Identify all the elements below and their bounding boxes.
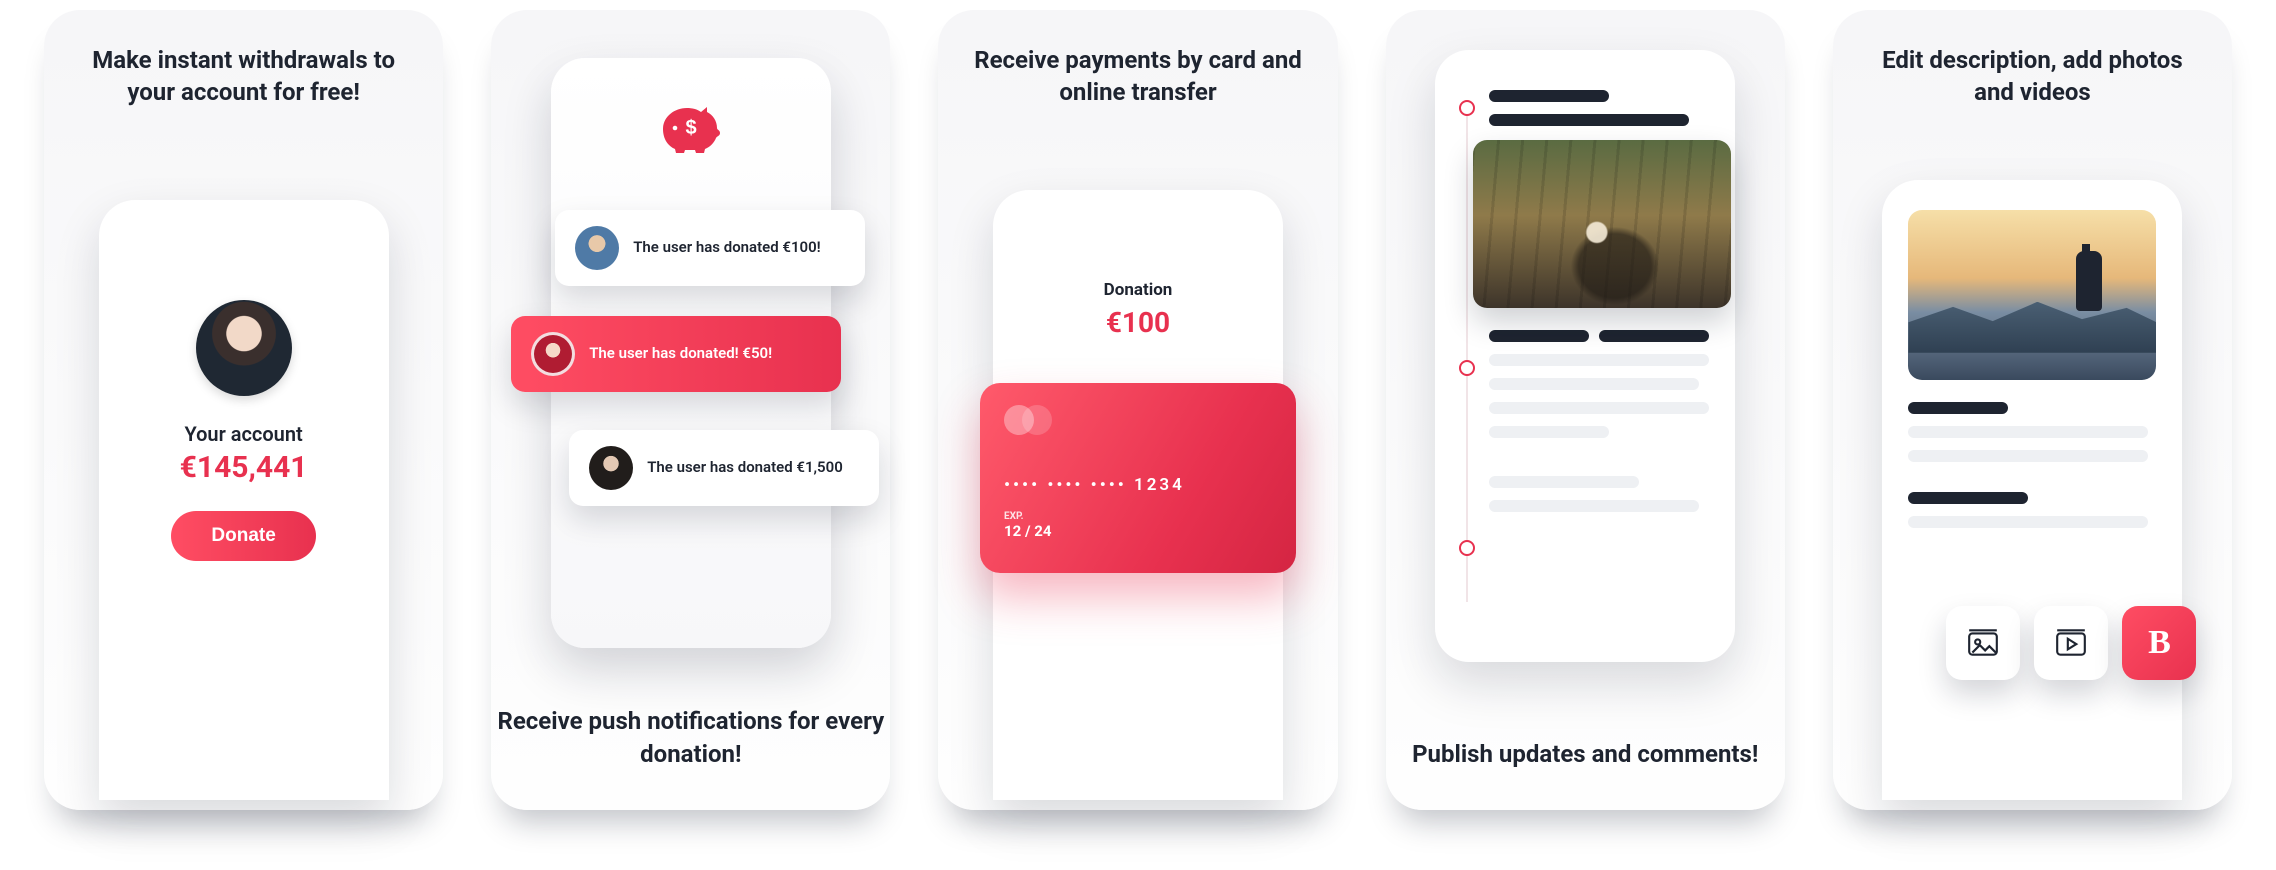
- panel-heading: Publish updates and comments!: [1386, 738, 1785, 770]
- panel-heading: Make instant withdrawals to your account…: [72, 44, 415, 109]
- feature-panel-edit: Edit description, add photos and videos: [1833, 10, 2232, 810]
- timeline-dot: [1459, 540, 1475, 556]
- text-placeholder-light: [1489, 354, 1709, 366]
- card-number: •••• •••• •••• 1234: [1004, 475, 1272, 495]
- text-placeholder-light: [1489, 402, 1709, 414]
- text-placeholder-light: [1489, 426, 1609, 438]
- phone-mock-editor: B: [1882, 180, 2182, 800]
- bold-button[interactable]: B: [2122, 606, 2196, 680]
- notification-avatar: [589, 446, 633, 490]
- text-placeholder: [1489, 90, 1609, 102]
- text-placeholder-light: [1489, 500, 1699, 512]
- card-exp-label: EXP.: [1004, 511, 1272, 522]
- donate-button[interactable]: Donate: [171, 511, 315, 561]
- editor-toolbar: B: [1946, 606, 2196, 680]
- piggy-bank-icon: $: [657, 98, 725, 154]
- feature-panel-withdrawals: Make instant withdrawals to your account…: [44, 10, 443, 810]
- notification-card-highlighted[interactable]: The user has donated! €50!: [511, 316, 841, 392]
- feature-panel-notifications: $ The user has donated €100! The user ha…: [491, 10, 890, 810]
- text-placeholder: [1908, 402, 2008, 414]
- panel-heading: Edit description, add photos and videos: [1861, 44, 2204, 109]
- bold-icon: B: [2148, 624, 2171, 662]
- feature-panel-updates: Publish updates and comments!: [1386, 10, 1785, 810]
- text-placeholder-light: [1489, 378, 1699, 390]
- text-placeholder: [1489, 330, 1589, 342]
- notification-text: The user has donated! €50!: [589, 344, 772, 364]
- video-icon: [2054, 626, 2088, 660]
- text-placeholder-light: [1489, 476, 1639, 488]
- phone-mock-timeline: [1435, 50, 1735, 662]
- timeline-dot: [1459, 100, 1475, 116]
- notification-card[interactable]: The user has donated €100!: [555, 210, 865, 286]
- feature-panel-payments: Receive payments by card and online tran…: [938, 10, 1337, 810]
- editor-photo: [1908, 210, 2156, 380]
- text-placeholder: [1599, 330, 1709, 342]
- credit-card[interactable]: •••• •••• •••• 1234 EXP. 12 / 24: [980, 383, 1296, 573]
- notification-avatar: [575, 226, 619, 270]
- panel-heading: Receive push notifications for every don…: [491, 705, 890, 770]
- add-video-button[interactable]: [2034, 606, 2108, 680]
- notification-text: The user has donated €100!: [633, 238, 821, 258]
- mastercard-icon: [1004, 405, 1272, 435]
- add-image-button[interactable]: [1946, 606, 2020, 680]
- text-placeholder: [1908, 492, 2028, 504]
- phone-mock-account: Your account €145,441 Donate: [99, 200, 389, 800]
- account-label: Your account: [184, 422, 302, 446]
- account-balance: €145,441: [180, 450, 308, 485]
- text-placeholder-light: [1908, 426, 2148, 438]
- image-icon: [1966, 626, 2000, 660]
- card-exp-value: 12 / 24: [1004, 522, 1272, 540]
- notification-text: The user has donated €1,500: [647, 458, 843, 478]
- timeline-dot: [1459, 360, 1475, 376]
- user-avatar: [196, 300, 292, 396]
- donation-label: Donation: [1104, 280, 1173, 300]
- panel-heading: Receive payments by card and online tran…: [966, 44, 1309, 109]
- text-placeholder-light: [1908, 516, 2148, 528]
- svg-text:$: $: [685, 117, 696, 139]
- notification-avatar: [531, 332, 575, 376]
- notification-card[interactable]: The user has donated €1,500: [569, 430, 879, 506]
- phone-mock-payment: Donation €100 •••• •••• •••• 1234 EXP. 1…: [993, 190, 1283, 800]
- text-placeholder: [1489, 114, 1689, 126]
- text-placeholder-light: [1908, 450, 2148, 462]
- donation-amount: €100: [1106, 306, 1170, 339]
- timeline-line: [1466, 106, 1468, 602]
- update-photo: [1473, 140, 1731, 308]
